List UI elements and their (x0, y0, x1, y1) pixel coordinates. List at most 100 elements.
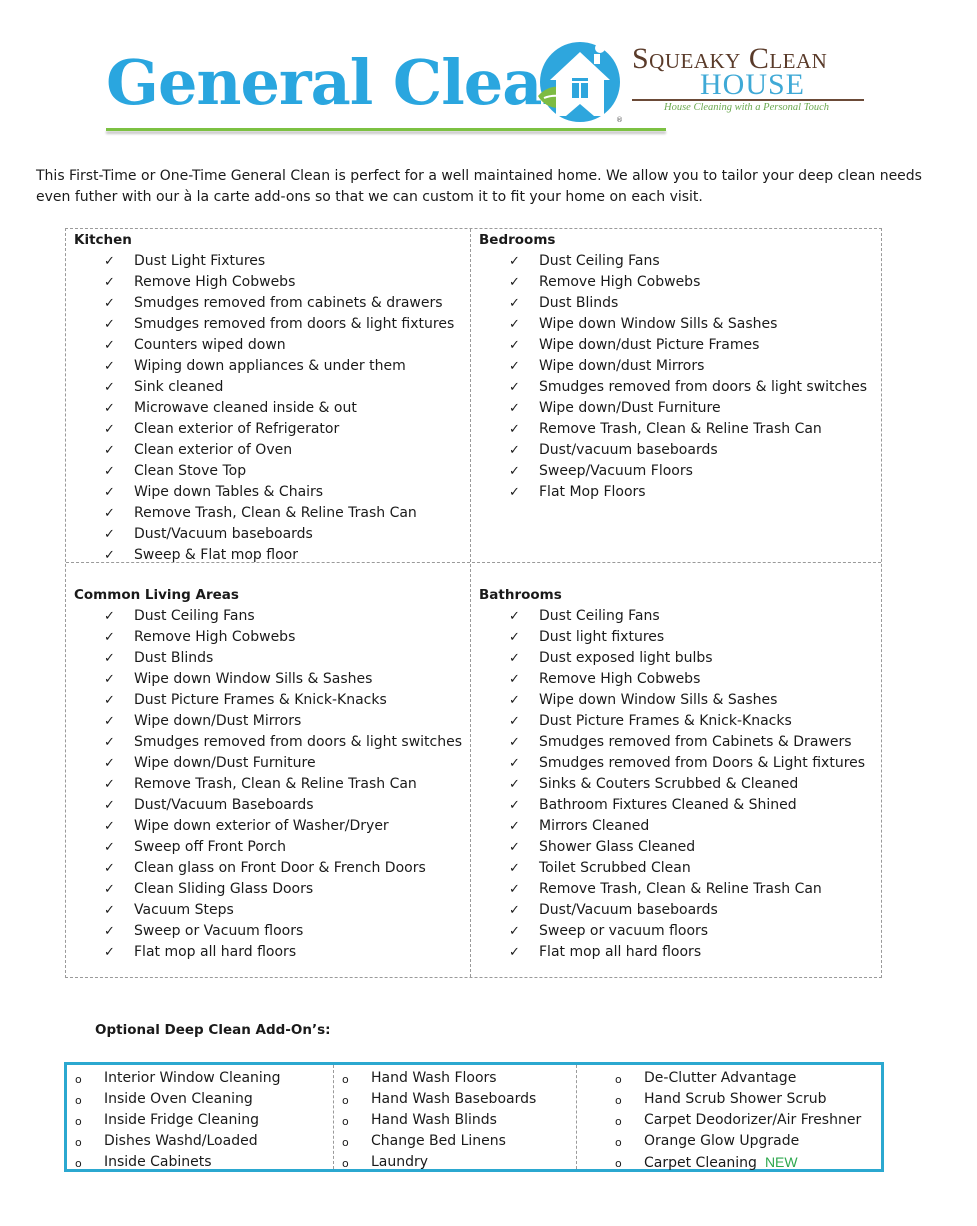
circle-bullet-icon: o (75, 1136, 82, 1149)
checkmark-icon: ✓ (104, 338, 115, 353)
checklist-item: ✓ Remove Trash, Clean & Reline Trash Can (479, 879, 865, 900)
checkmark-icon: ✓ (509, 422, 520, 437)
checkmark-icon: ✓ (104, 882, 115, 897)
checklist-item-label: Smudges removed from cabinets & drawers (134, 295, 443, 311)
addon-option: o Hand Wash Baseboards (334, 1089, 536, 1110)
checklist-item: ✓ Wipe down Window Sills & Sashes (74, 669, 462, 690)
checklist-item-label: Wipe down Window Sills & Sashes (539, 316, 778, 332)
checklist-item-label: Wipe down/Dust Mirrors (134, 713, 302, 729)
checklist-item-label: Dust Ceiling Fans (134, 608, 255, 624)
checklist-item: ✓ Smudges removed from doors & light swit… (74, 732, 462, 753)
checkmark-icon: ✓ (509, 861, 520, 876)
checklist-item-label: Sinks & Couters Scrubbed & Cleaned (539, 776, 799, 792)
addon-option: o Orange Glow Upgrade (607, 1131, 861, 1152)
checklist-item: ✓ Wipe down/Dust Mirrors (74, 711, 462, 732)
checkmark-icon: ✓ (104, 506, 115, 521)
checkmark-icon: ✓ (104, 609, 115, 624)
checklist-item: ✓ Clean glass on Front Door & French Door… (74, 858, 462, 879)
circle-bullet-icon: o (75, 1094, 82, 1107)
checklist-item: ✓ Smudges removed from Doors & Light fixt… (479, 753, 865, 774)
new-badge: NEW (764, 1154, 798, 1170)
addons-box: o Interior Window Cleaning o Inside Oven Cl… (64, 1062, 884, 1172)
checklist-item: ✓ Flat Mop Floors (479, 482, 867, 503)
circle-bullet-icon: o (75, 1073, 82, 1086)
checklist-item: ✓ Wipe down Tables & Chairs (74, 482, 454, 503)
checklist-item: ✓ Dust Ceiling Fans (74, 606, 462, 627)
checklist-item: ✓ Remove High Cobwebs (479, 272, 867, 293)
checklist-item: ✓ Mirrors Cleaned (479, 816, 865, 837)
checkmark-icon: ✓ (104, 254, 115, 269)
checklist-item-label: Dust Light Fixtures (134, 253, 266, 269)
checklist-item-label: Microwave cleaned inside & out (134, 400, 357, 416)
section-heading: Kitchen (74, 232, 132, 248)
circle-bullet-icon: o (615, 1094, 622, 1107)
checkmark-icon: ✓ (104, 735, 115, 750)
circle-bullet-icon: o (342, 1157, 349, 1170)
checklist-item: ✓ Smudges removed from doors & light fixt… (74, 314, 454, 335)
checklist-item-label: Flat Mop Floors (539, 484, 646, 500)
checklist-item-label: Clean Sliding Glass Doors (134, 881, 314, 897)
checkmark-icon: ✓ (509, 359, 520, 374)
addons-title: Optional Deep Clean Add-On’s: (95, 1022, 331, 1038)
checklist-item: ✓ Sweep or Vacuum floors (74, 921, 462, 942)
checklist-item-label: Wiping down appliances & under them (134, 358, 406, 374)
checkmark-icon: ✓ (509, 338, 520, 353)
addon-column: o Interior Window Cleaning o Inside Oven Cl… (67, 1068, 281, 1173)
checkmark-icon: ✓ (509, 317, 520, 332)
checklist-item: ✓ Wipe down Window Sills & Sashes (479, 314, 867, 335)
addon-option: o Inside Oven Cleaning (67, 1089, 281, 1110)
checklist: ✓ Dust Ceiling Fans ✓ Dust light fixtures ✓ D… (479, 606, 865, 963)
checklist-item: ✓ Sweep off Front Porch (74, 837, 462, 858)
checklist-item: ✓ Dust/Vacuum baseboards (479, 900, 865, 921)
addon-column: o Hand Wash Floors o Hand Wash Baseboards o H… (334, 1068, 536, 1173)
addon-column: o De-Clutter Advantage o Hand Scrub Shower … (607, 1068, 861, 1173)
section-common-living-areas: Common Living Areas ✓ Dust Ceiling Fans ✓ R… (74, 585, 462, 963)
checklist-item-label: Remove High Cobwebs (134, 274, 296, 290)
checkmark-icon: ✓ (509, 443, 520, 458)
checkmark-icon: ✓ (509, 464, 520, 479)
checklist-item: ✓ Dust light fixtures (479, 627, 865, 648)
checkmark-icon: ✓ (104, 903, 115, 918)
checklist-item-label: Sweep & Flat mop floor (134, 547, 298, 563)
checkmark-icon: ✓ (104, 924, 115, 939)
checklist-item: ✓ Flat mop all hard floors (74, 942, 462, 963)
checkmark-icon: ✓ (509, 672, 520, 687)
circle-bullet-icon: o (75, 1115, 82, 1128)
section-heading: Bedrooms (479, 232, 556, 248)
addon-option: o Dishes Washd/Loaded (67, 1131, 281, 1152)
checklist-item: ✓ Clean Stove Top (74, 461, 454, 482)
checkmark-icon: ✓ (509, 485, 520, 500)
page-title: General Clean (106, 46, 586, 119)
intro-paragraph: This First-Time or One-Time General Clea… (36, 168, 922, 205)
addon-option-label: Hand Scrub Shower Scrub (644, 1091, 827, 1107)
checklist-item-label: Clean Stove Top (134, 463, 247, 479)
checklist-item-label: Shower Glass Cleaned (539, 839, 696, 855)
checklist: ✓ Dust Ceiling Fans ✓ Remove High Cobwebs ✓ D… (479, 251, 867, 503)
checklist-item-label: Vacuum Steps (134, 902, 234, 918)
addon-option-label: Carpet Cleaning (644, 1155, 757, 1171)
addon-option-label: Carpet Deodorizer/Air Freshner (644, 1112, 862, 1128)
circle-bullet-icon: o (615, 1157, 622, 1170)
checklist-item-label: Counters wiped down (134, 337, 286, 353)
checkmark-icon: ✓ (104, 798, 115, 813)
checklist-item-label: Wipe down/Dust Furniture (134, 755, 316, 771)
checkmark-icon: ✓ (509, 777, 520, 792)
checklist-item: ✓ Bathroom Fixtures Cleaned & Shined (479, 795, 865, 816)
addon-option-label: Hand Wash Floors (371, 1070, 497, 1086)
checklist-item: ✓ Counters wiped down (74, 335, 454, 356)
section-bathrooms: Bathrooms ✓ Dust Ceiling Fans ✓ Dust light … (479, 585, 865, 963)
checklist: ✓ Dust Light Fixtures ✓ Remove High Cobwebs… (74, 251, 454, 566)
checkmark-icon: ✓ (509, 819, 520, 834)
addon-option: o Interior Window Cleaning (67, 1068, 281, 1089)
checklist-item-label: Wipe down/dust Mirrors (539, 358, 705, 374)
checklist-item: ✓ Dust Blinds (479, 293, 867, 314)
checkmark-icon: ✓ (104, 861, 115, 876)
addon-option-label: De-Clutter Advantage (644, 1070, 797, 1086)
checkmark-icon: ✓ (104, 317, 115, 332)
addon-option-label: Inside Cabinets (104, 1154, 212, 1170)
section-heading: Bathrooms (479, 587, 562, 603)
checklist: ✓ Dust Ceiling Fans ✓ Remove High Cobwebs ✓ D… (74, 606, 462, 963)
addon-option-label: Hand Wash Baseboards (371, 1091, 537, 1107)
checklist-item: ✓ Remove Trash, Clean & Reline Trash Can (479, 419, 867, 440)
checklist-item-label: Remove Trash, Clean & Reline Trash Can (539, 881, 822, 897)
